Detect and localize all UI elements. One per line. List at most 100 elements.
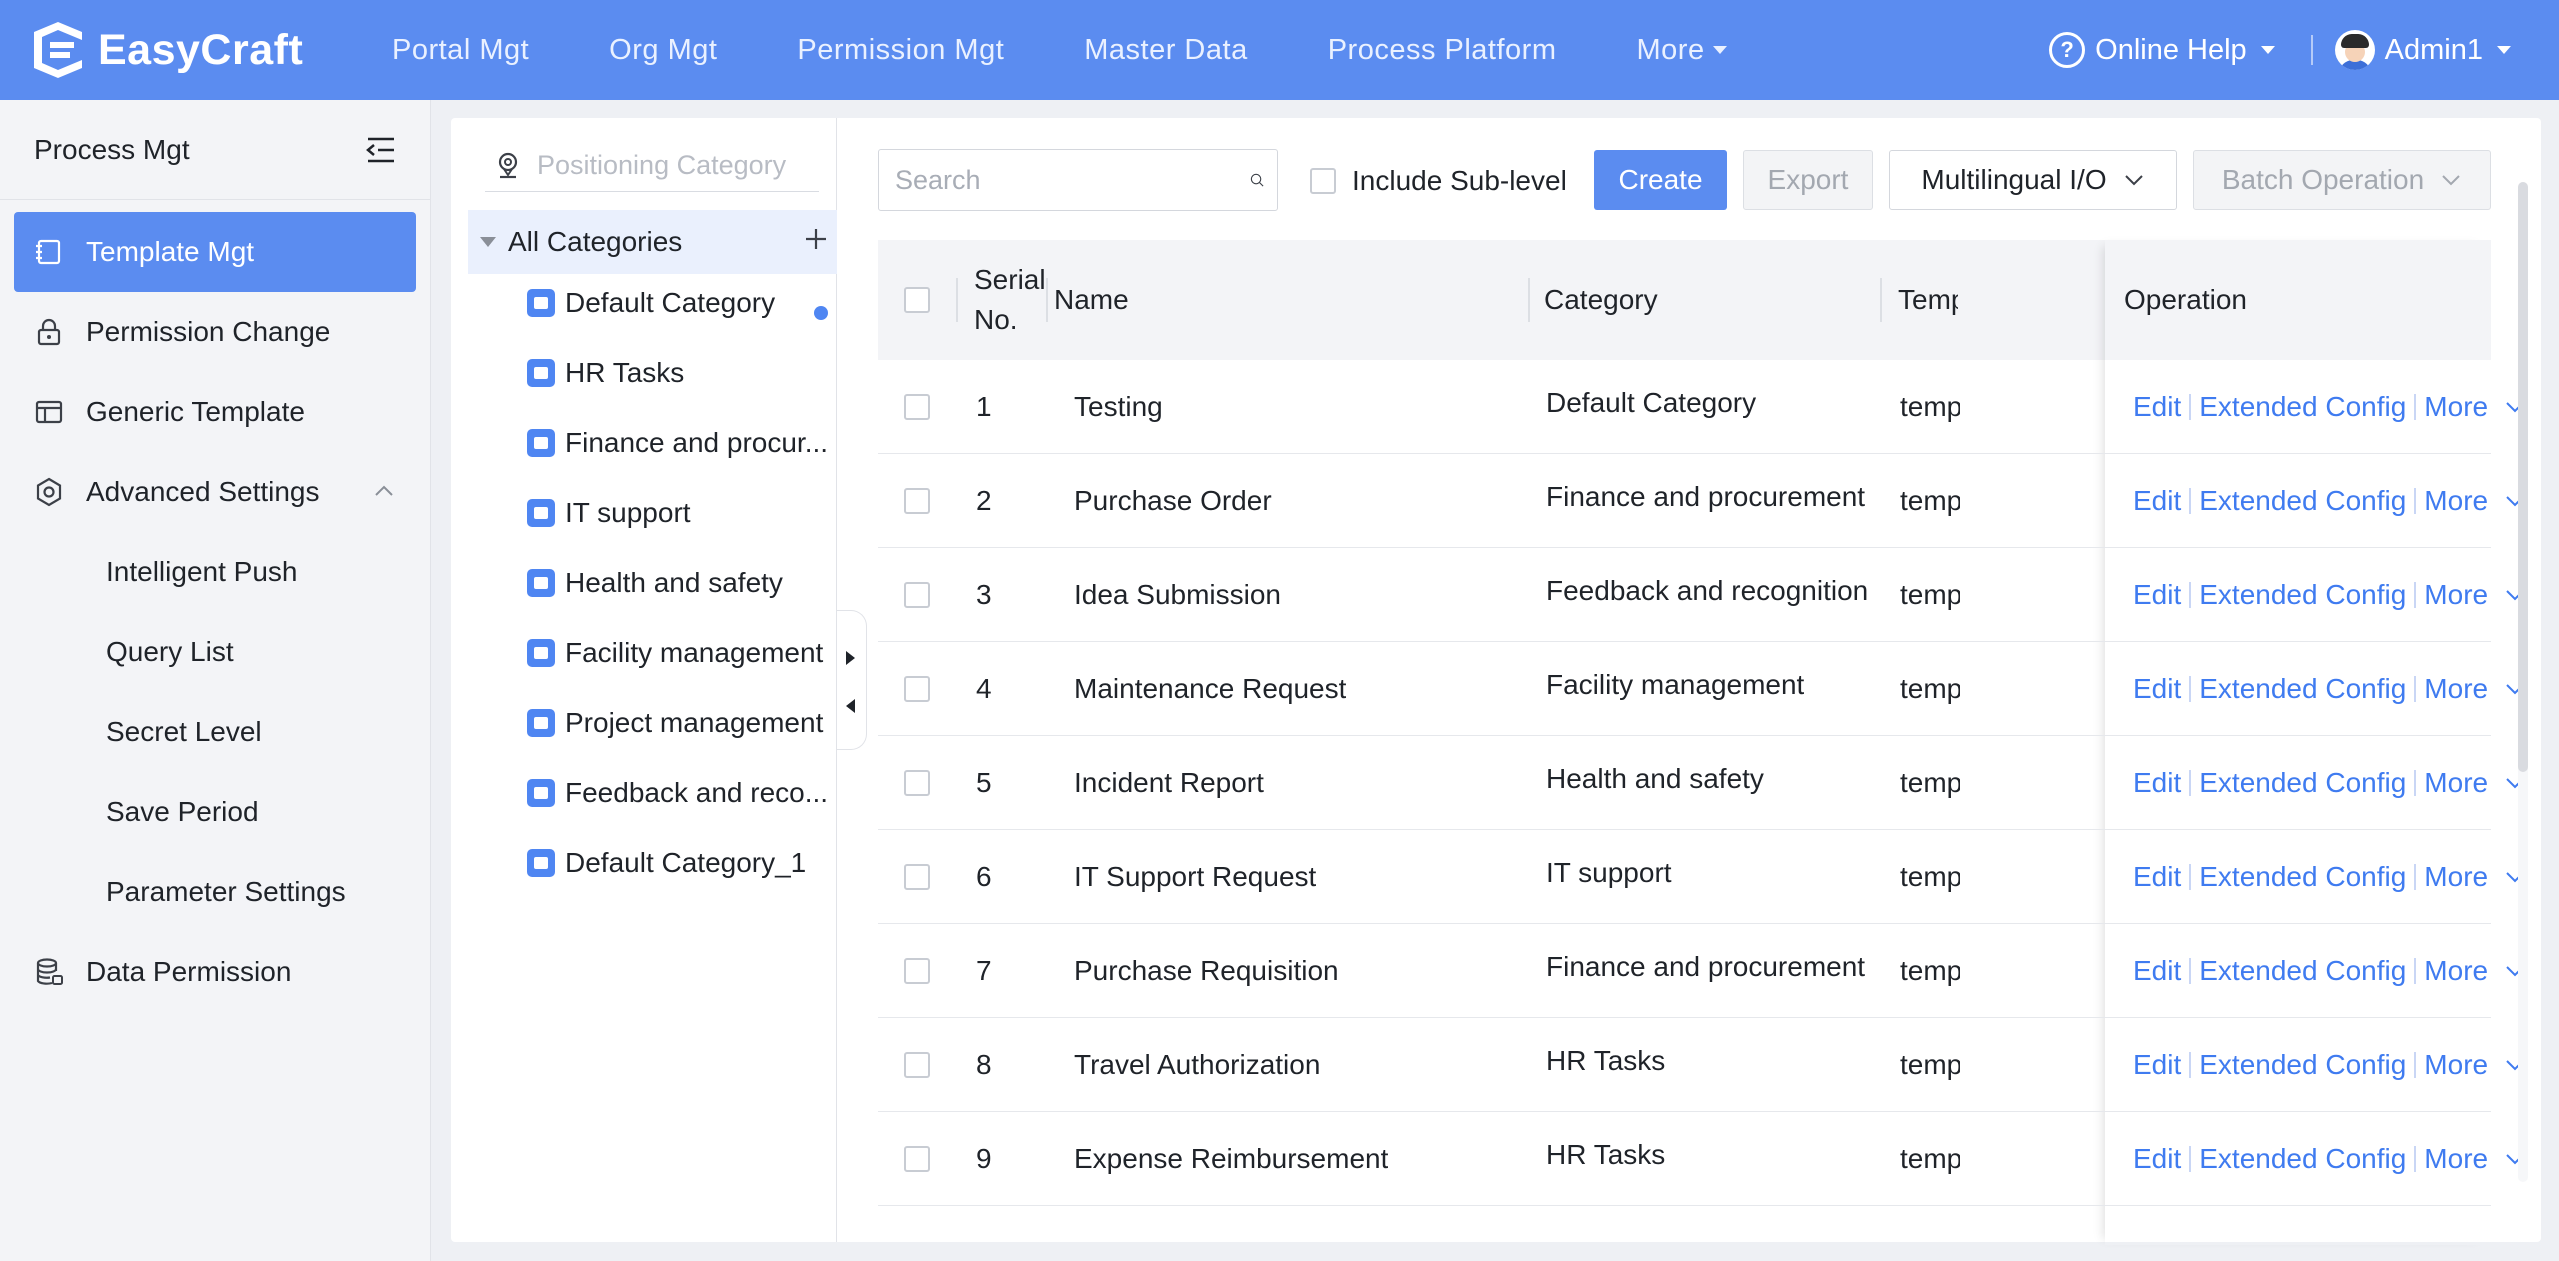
more-dropdown[interactable]: More: [2424, 1143, 2526, 1175]
row-checkbox[interactable]: [904, 1052, 930, 1078]
select-all-cell[interactable]: [904, 240, 930, 360]
edit-link[interactable]: Edit: [2133, 391, 2181, 423]
tree-item-default-category[interactable]: Default Category: [527, 278, 827, 328]
collapse-left-icon[interactable]: [846, 699, 855, 713]
tree-item-default-category-1[interactable]: Default Category_1: [527, 838, 827, 888]
extended-config-link[interactable]: Extended Config: [2199, 1143, 2406, 1175]
export-button[interactable]: Export: [1743, 150, 1873, 210]
more-dropdown[interactable]: More: [2424, 767, 2526, 799]
extended-config-link[interactable]: Extended Config: [2199, 861, 2406, 893]
tree-item-hr-tasks[interactable]: HR Tasks: [527, 348, 827, 398]
extended-config-link[interactable]: Extended Config: [2199, 485, 2406, 517]
expand-right-icon[interactable]: [846, 651, 855, 665]
edit-link[interactable]: Edit: [2133, 1143, 2181, 1175]
more-dropdown[interactable]: More: [2424, 673, 2526, 705]
search-input[interactable]: [879, 150, 1249, 210]
positioning-category-search[interactable]: Positioning Category: [485, 140, 819, 192]
nav-org-mgt[interactable]: Org Mgt: [609, 34, 717, 67]
add-category-icon[interactable]: [801, 224, 831, 254]
brand[interactable]: EasyCraft: [30, 20, 360, 80]
more-dropdown[interactable]: More: [2424, 391, 2526, 423]
tree-item-finance-procurement[interactable]: Finance and procur...: [527, 418, 827, 468]
tree-item-project-management[interactable]: Project management: [527, 698, 827, 748]
collapse-menu-icon[interactable]: [364, 136, 398, 164]
sidebar-header: Process Mgt: [0, 100, 430, 200]
scrollbar-thumb[interactable]: [2518, 182, 2528, 772]
row-checkbox-cell[interactable]: [904, 924, 930, 1018]
template-search[interactable]: [878, 149, 1278, 211]
category-cell: IT support: [1546, 857, 1672, 888]
more-dropdown[interactable]: More: [2424, 861, 2526, 893]
edit-link[interactable]: Edit: [2133, 673, 2181, 705]
nav-process-platform[interactable]: Process Platform: [1328, 34, 1557, 67]
row-checkbox[interactable]: [904, 770, 930, 796]
row-checkbox-cell[interactable]: [904, 1112, 930, 1206]
extended-config-link[interactable]: Extended Config: [2199, 767, 2406, 799]
include-sublevel-option[interactable]: Include Sub-level: [1310, 165, 1567, 197]
nav-more-dropdown[interactable]: More: [1637, 34, 1727, 67]
select-all-checkbox[interactable]: [904, 287, 930, 313]
caret-down-icon[interactable]: [480, 237, 496, 247]
tree-item-it-support[interactable]: IT support: [527, 488, 827, 538]
more-dropdown[interactable]: More: [2424, 485, 2526, 517]
sidebar-item-data-permission[interactable]: Data Permission: [14, 932, 416, 1012]
more-dropdown[interactable]: More: [2424, 955, 2526, 987]
row-checkbox-cell[interactable]: [904, 548, 930, 642]
row-checkbox-cell[interactable]: [904, 454, 930, 548]
row-checkbox[interactable]: [904, 958, 930, 984]
panel-splitter-handle[interactable]: [837, 610, 867, 750]
row-checkbox[interactable]: [904, 582, 930, 608]
sidebar-item-advanced-settings[interactable]: Advanced Settings: [14, 452, 416, 532]
tree-item-health-safety[interactable]: Health and safety: [527, 558, 827, 608]
more-dropdown[interactable]: More: [2424, 579, 2526, 611]
sidebar-item-generic-template[interactable]: Generic Template: [14, 372, 416, 452]
extended-config-link[interactable]: Extended Config: [2199, 955, 2406, 987]
more-dropdown[interactable]: More: [2424, 1049, 2526, 1081]
user-menu[interactable]: Admin1: [2334, 30, 2511, 70]
row-checkbox[interactable]: [904, 676, 930, 702]
sidebar-item-permission-change[interactable]: Permission Change: [14, 292, 416, 372]
nav-permission-mgt[interactable]: Permission Mgt: [797, 34, 1004, 67]
nav-master-data[interactable]: Master Data: [1084, 34, 1247, 67]
row-checkbox-cell[interactable]: [904, 1018, 930, 1112]
extended-config-link[interactable]: Extended Config: [2199, 1049, 2406, 1081]
row-checkbox-cell[interactable]: [904, 830, 930, 924]
nav-portal-mgt[interactable]: Portal Mgt: [392, 34, 529, 67]
extended-config-link[interactable]: Extended Config: [2199, 579, 2406, 611]
sidebar-subitem-secret-level[interactable]: Secret Level: [0, 692, 430, 772]
edit-link[interactable]: Edit: [2133, 485, 2181, 517]
sidebar-subitem-parameter-settings[interactable]: Parameter Settings: [0, 852, 430, 932]
edit-link[interactable]: Edit: [2133, 767, 2181, 799]
extended-config-link[interactable]: Extended Config: [2199, 391, 2406, 423]
edit-link[interactable]: Edit: [2133, 955, 2181, 987]
create-button[interactable]: Create: [1594, 150, 1727, 210]
folder-icon: [527, 569, 555, 597]
online-help-dropdown[interactable]: ? Online Help: [2049, 32, 2275, 68]
include-sublevel-checkbox[interactable]: [1310, 168, 1336, 194]
tree-item-facility-management[interactable]: Facility management: [527, 628, 827, 678]
sidebar-subitem-save-period[interactable]: Save Period: [0, 772, 430, 852]
row-checkbox[interactable]: [904, 394, 930, 420]
extended-config-link[interactable]: Extended Config: [2199, 673, 2406, 705]
sidebar-item-template-mgt[interactable]: Template Mgt: [14, 212, 416, 292]
row-checkbox[interactable]: [904, 488, 930, 514]
edit-link[interactable]: Edit: [2133, 1049, 2181, 1081]
edit-link[interactable]: Edit: [2133, 861, 2181, 893]
sidebar-subitem-query-list[interactable]: Query List: [0, 612, 430, 692]
search-icon[interactable]: [1249, 163, 1265, 197]
edit-link[interactable]: Edit: [2133, 579, 2181, 611]
tree-item-label: Facility management: [565, 637, 824, 668]
row-checkbox-cell[interactable]: [904, 642, 930, 736]
row-checkbox[interactable]: [904, 1146, 930, 1172]
multilingual-io-dropdown[interactable]: Multilingual I/O: [1889, 150, 2177, 210]
batch-operation-dropdown[interactable]: Batch Operation: [2193, 150, 2491, 210]
row-checkbox-cell[interactable]: [904, 360, 930, 454]
tree-root-all-categories[interactable]: All Categories: [468, 210, 837, 274]
chevron-down-icon: [2124, 175, 2143, 186]
sidebar-subitem-intelligent-push[interactable]: Intelligent Push: [0, 532, 430, 612]
divider: [2310, 35, 2313, 65]
tree-item-feedback-recognition[interactable]: Feedback and reco...: [527, 768, 827, 818]
vertical-scrollbar[interactable]: [2518, 182, 2528, 1182]
row-checkbox-cell[interactable]: [904, 736, 930, 830]
row-checkbox[interactable]: [904, 864, 930, 890]
